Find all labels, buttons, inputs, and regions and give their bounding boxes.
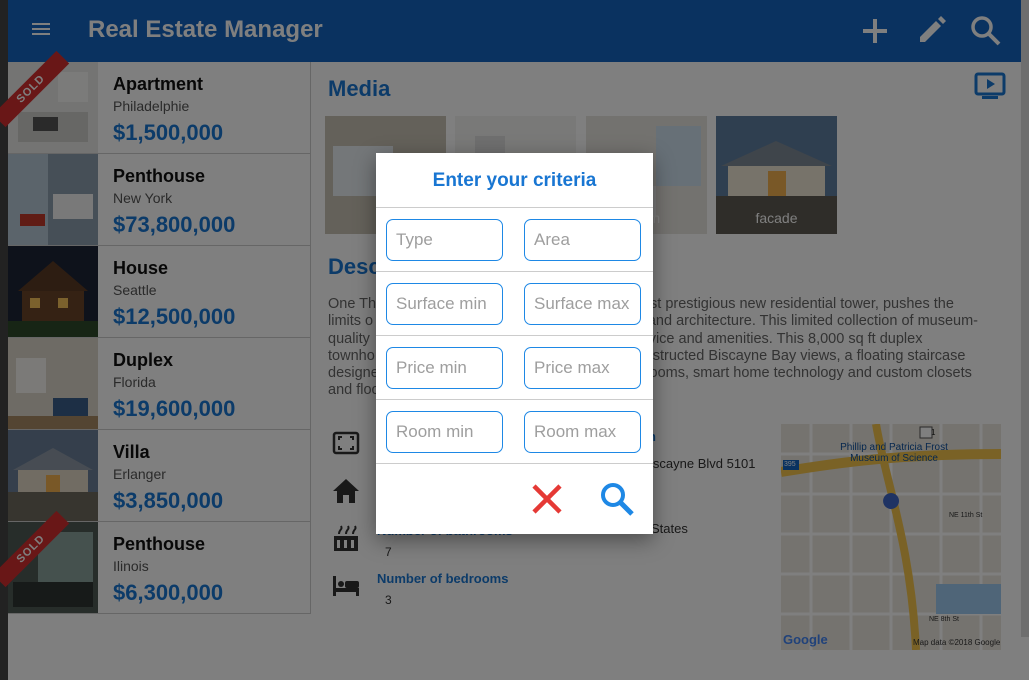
- criteria-row: [376, 208, 653, 272]
- criteria-row: [376, 400, 653, 464]
- surface-min-field[interactable]: [386, 283, 503, 325]
- room-max-field[interactable]: [524, 411, 641, 453]
- area-field[interactable]: [524, 219, 641, 261]
- criteria-row: [376, 272, 653, 336]
- price-min-field[interactable]: [386, 347, 503, 389]
- criteria-dialog: Enter your criteria: [376, 153, 653, 534]
- surface-max-field[interactable]: [524, 283, 641, 325]
- price-max-field[interactable]: [524, 347, 641, 389]
- type-field[interactable]: [386, 219, 503, 261]
- room-min-field[interactable]: [386, 411, 503, 453]
- search-button[interactable]: [597, 479, 637, 519]
- cancel-button[interactable]: [527, 479, 567, 519]
- criteria-row: [376, 336, 653, 400]
- dialog-title: Enter your criteria: [376, 153, 653, 208]
